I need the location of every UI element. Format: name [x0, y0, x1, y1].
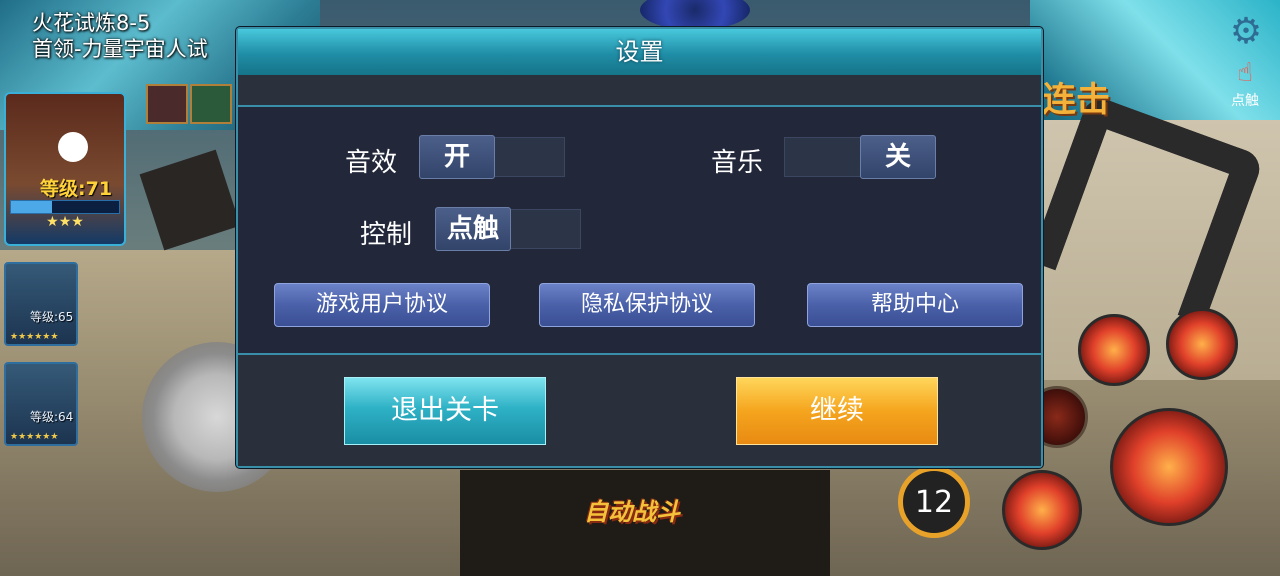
hero-level: 等级:71: [40, 178, 113, 200]
ally-stars: ★★★★★★: [10, 432, 59, 442]
sound-toggle-knob[interactable]: 开: [419, 135, 495, 179]
stone-block: [139, 149, 241, 251]
hero-stars: ★★★: [46, 214, 84, 230]
sound-label: 音效: [345, 148, 398, 178]
control-toggle-knob[interactable]: 点触: [435, 207, 511, 251]
skill-button[interactable]: [1078, 314, 1150, 386]
help-center-button[interactable]: 帮助中心: [807, 283, 1023, 327]
sound-toggle[interactable]: 开: [419, 135, 565, 179]
privacy-policy-button[interactable]: 隐私保护协议: [539, 283, 755, 327]
user-agreement-button[interactable]: 游戏用户协议: [274, 283, 490, 327]
skill-cooldown-counter[interactable]: 12: [898, 466, 970, 538]
continue-button[interactable]: 继续: [736, 377, 938, 445]
combo-text: 连击: [1042, 80, 1110, 120]
boss-name: 首领-力量宇宙人试: [32, 37, 208, 61]
ally-level: 等级:65: [30, 310, 74, 324]
stage-name: 火花试炼8-5: [32, 11, 151, 35]
attack-button[interactable]: [1110, 408, 1228, 526]
avatar: [58, 132, 88, 162]
hero-xp-bar: [10, 200, 120, 214]
enemy-portrait: [146, 84, 188, 124]
header-strip: [238, 75, 1041, 107]
control-toggle[interactable]: 点触: [435, 207, 581, 251]
control-label: 控制: [360, 220, 413, 250]
settings-dialog: 设置 音效 开 音乐 关 控制 点触 游戏用户协议 隐私保护协议 帮助中心 退出…: [236, 27, 1043, 468]
music-toggle-knob[interactable]: 关: [860, 135, 936, 179]
hero-card[interactable]: 等级:71 ★★★: [4, 92, 126, 246]
music-toggle[interactable]: 关: [784, 135, 936, 179]
touch-mode-label: 点触: [1231, 93, 1259, 109]
exit-level-button[interactable]: 退出关卡: [344, 377, 546, 445]
ally-level: 等级:64: [30, 410, 74, 424]
dialog-title: 设置: [615, 38, 664, 66]
gear-icon[interactable]: ⚙: [1226, 12, 1266, 52]
hand-pointer-icon: ☝: [1237, 58, 1253, 88]
touch-mode-button[interactable]: ☝ 点触: [1220, 56, 1270, 112]
hero-xp-fill: [11, 201, 53, 213]
enemy-portrait: [190, 84, 232, 124]
skill-button[interactable]: [1002, 470, 1082, 550]
skill-button[interactable]: [1166, 308, 1238, 380]
ally-stars: ★★★★★★: [10, 332, 59, 342]
ally-card[interactable]: 等级:64 ★★★★★★: [4, 362, 78, 446]
ally-card[interactable]: 等级:65 ★★★★★★: [4, 262, 78, 346]
music-label: 音乐: [711, 148, 764, 178]
stage-info: 火花试炼8-5 首领-力量宇宙人试: [32, 10, 208, 62]
auto-battle-button[interactable]: 自动战斗: [584, 492, 680, 527]
portal: [640, 0, 750, 30]
